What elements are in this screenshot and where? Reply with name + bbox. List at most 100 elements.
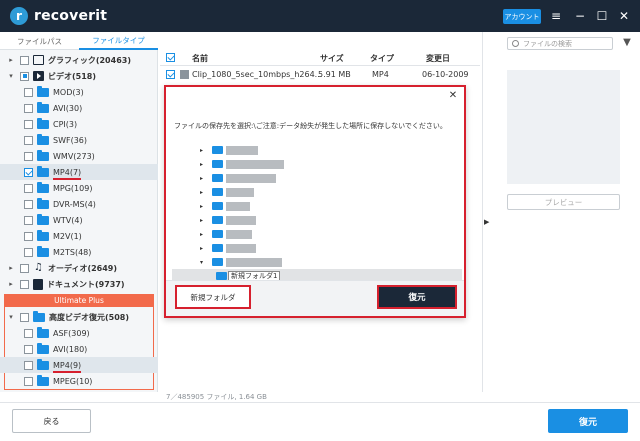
expand-arrow-icon[interactable]: ▸ — [200, 175, 203, 182]
header-size[interactable]: サイズ — [320, 53, 344, 64]
music-icon: ♫ — [34, 262, 43, 273]
tab-file-path[interactable]: ファイルパス — [0, 32, 79, 50]
folder-name-redacted — [226, 159, 284, 169]
tree-checkbox[interactable] — [20, 312, 29, 322]
tree-item[interactable]: MPG(109) — [0, 180, 158, 196]
tree-checkbox[interactable] — [24, 231, 33, 241]
account-button[interactable]: アカウント — [503, 9, 541, 24]
folder-row[interactable]: ▸ — [172, 185, 462, 199]
folder-row[interactable]: ▸ — [172, 171, 462, 185]
tree-item[interactable]: WTV(4) — [0, 212, 158, 228]
tree-item[interactable]: ▾ ビデオ(518) — [0, 68, 158, 84]
collapse-arrow-icon[interactable]: ▾ — [6, 313, 16, 321]
folder-icon — [212, 216, 223, 224]
tree-item-label: MP4(9) — [53, 361, 82, 373]
search-input[interactable]: ファイルの検索 — [507, 37, 613, 50]
table-row[interactable]: Clip_1080_5sec_10mbps_h264... 5.91 MB MP… — [160, 68, 480, 82]
folder-row[interactable]: ▸ — [172, 199, 462, 213]
header-name[interactable]: 名前 — [192, 53, 208, 64]
save-location-dialog: ✕ ファイルの保存先を選択:\ご注意:データ紛失が発生した場所に保存しないでくだ… — [164, 85, 466, 318]
filter-icon[interactable]: ▼ — [621, 37, 633, 49]
close-icon[interactable]: ✕ — [616, 8, 632, 24]
dialog-close-icon[interactable]: ✕ — [448, 91, 458, 101]
minimize-icon[interactable]: − — [572, 8, 588, 24]
tree-checkbox[interactable] — [24, 103, 33, 113]
tree-checkbox[interactable] — [24, 215, 33, 225]
tree-item[interactable]: DVR-MS(4) — [0, 196, 158, 212]
tree-item[interactable]: ▸ ドキュメント(9737) — [0, 276, 158, 292]
tree-checkbox[interactable] — [24, 247, 33, 257]
preview-button[interactable]: プレビュー — [507, 194, 620, 210]
expand-arrow-icon[interactable]: ▸ — [200, 245, 203, 252]
folder-icon — [37, 101, 49, 113]
expand-arrow-icon[interactable]: ▸ — [200, 203, 203, 210]
folder-name-redacted — [226, 187, 254, 197]
folder-row[interactable]: ▸ — [172, 157, 462, 171]
folder-row[interactable]: ▸ — [172, 213, 462, 227]
new-folder-button[interactable]: 新規フォルダ — [175, 285, 251, 309]
tree-item[interactable]: ▸ グラフィック(20463) — [0, 52, 158, 68]
tree-item[interactable]: MP4(9) — [0, 357, 158, 373]
tree-item[interactable]: ▾ 高度ビデオ復元(508) — [0, 309, 158, 325]
file-modified: 06-10-2009 — [422, 70, 469, 79]
tree-checkbox[interactable] — [24, 360, 33, 370]
menu-icon[interactable]: ≡ — [548, 8, 564, 24]
collapse-preview-icon[interactable]: ▶ — [484, 218, 489, 226]
collapse-arrow-icon[interactable]: ▾ — [6, 72, 16, 80]
expand-arrow-icon[interactable]: ▾ — [200, 259, 203, 266]
folder-row[interactable]: ▸ — [172, 143, 462, 157]
tree-checkbox[interactable] — [20, 263, 29, 273]
tree-checkbox[interactable] — [24, 328, 33, 338]
tree-checkbox[interactable] — [24, 167, 33, 177]
header-type[interactable]: タイプ — [370, 53, 394, 64]
recover-button[interactable]: 復元 — [548, 409, 628, 433]
tree-item[interactable]: M2TS(48) — [0, 244, 158, 260]
tree-item[interactable]: MPEG(10) — [0, 373, 158, 389]
expand-arrow-icon[interactable]: ▸ — [200, 231, 203, 238]
dialog-recover-button[interactable]: 復元 — [377, 285, 457, 309]
expand-arrow-icon[interactable]: ▸ — [6, 264, 16, 272]
folder-name-redacted — [226, 243, 256, 253]
tree-item[interactable]: MOD(3) — [0, 84, 158, 100]
folder-row[interactable]: ▸ — [172, 241, 462, 255]
folder-name-redacted — [226, 173, 276, 183]
tree-item[interactable]: MP4(7) — [0, 164, 158, 180]
tree-checkbox[interactable] — [24, 376, 33, 386]
tree-checkbox[interactable] — [24, 135, 33, 145]
row-checkbox[interactable] — [166, 70, 175, 79]
tree-item[interactable]: M2V(1) — [0, 228, 158, 244]
folder-icon — [37, 85, 49, 97]
tree-item[interactable]: ▸ ♫ オーディオ(2649) — [0, 260, 158, 276]
tree-checkbox[interactable] — [24, 119, 33, 129]
header-modified[interactable]: 変更日 — [426, 53, 450, 64]
file-size: 5.91 MB — [318, 70, 351, 79]
tree-checkbox[interactable] — [24, 183, 33, 193]
tree-item[interactable]: SWF(36) — [0, 132, 158, 148]
expand-arrow-icon[interactable]: ▸ — [200, 161, 203, 168]
tree-checkbox[interactable] — [20, 55, 29, 65]
expand-arrow-icon[interactable]: ▸ — [200, 189, 203, 196]
tab-file-type[interactable]: ファイルタイプ — [79, 32, 158, 50]
expand-arrow-icon[interactable]: ▸ — [6, 56, 16, 64]
expand-arrow-icon[interactable]: ▸ — [200, 217, 203, 224]
tree-checkbox[interactable] — [24, 151, 33, 161]
tree-checkbox[interactable] — [24, 87, 33, 97]
tree-item[interactable]: ASF(309) — [0, 325, 158, 341]
tree-item-label: MOD(3) — [53, 87, 84, 97]
tree-checkbox[interactable] — [20, 71, 29, 81]
folder-row[interactable]: ▸ — [172, 227, 462, 241]
folder-row[interactable]: ▾ — [172, 255, 462, 269]
maximize-icon[interactable]: ☐ — [594, 8, 610, 24]
video-icon — [33, 71, 44, 81]
tree-item[interactable]: WMV(273) — [0, 148, 158, 164]
select-all-checkbox[interactable] — [166, 53, 175, 62]
tree-item[interactable]: AVI(30) — [0, 100, 158, 116]
expand-arrow-icon[interactable]: ▸ — [200, 147, 203, 154]
tree-checkbox[interactable] — [24, 199, 33, 209]
back-button[interactable]: 戻る — [12, 409, 91, 433]
tree-item[interactable]: CPI(3) — [0, 116, 158, 132]
tree-item[interactable]: AVI(180) — [0, 341, 158, 357]
tree-checkbox[interactable] — [24, 344, 33, 354]
expand-arrow-icon[interactable]: ▸ — [6, 280, 16, 288]
tree-checkbox[interactable] — [20, 279, 29, 289]
